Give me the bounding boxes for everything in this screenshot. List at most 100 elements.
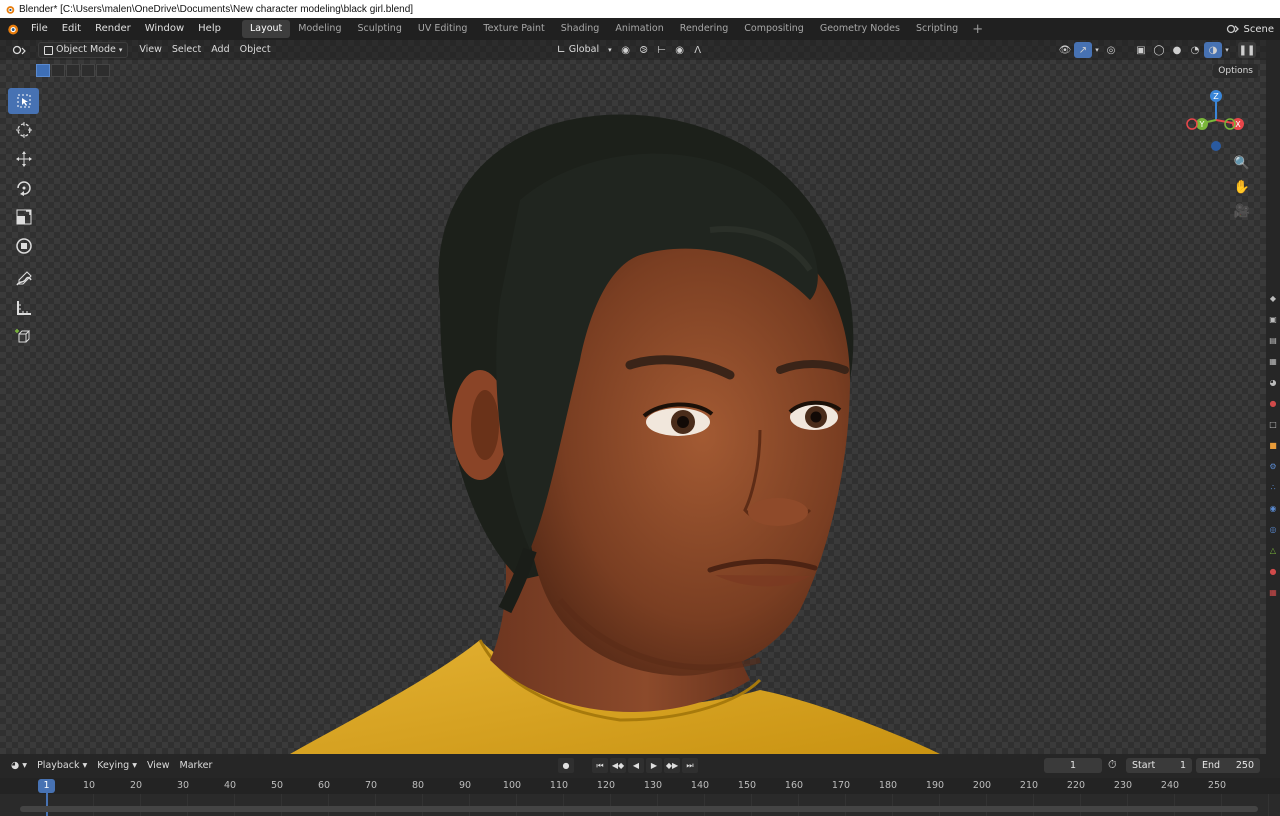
chevron-down-icon[interactable]: ▾	[1222, 42, 1232, 58]
tab-geometry-nodes[interactable]: Geometry Nodes	[812, 20, 908, 38]
tab-compositing[interactable]: Compositing	[736, 20, 812, 38]
playhead[interactable]	[46, 792, 48, 816]
start-frame-field[interactable]: Start 1	[1126, 758, 1192, 773]
current-frame-indicator[interactable]: 1	[38, 779, 55, 793]
object-mode-dropdown[interactable]: Object Mode ▾	[38, 42, 129, 58]
tab-texture-paint[interactable]: Texture Paint	[475, 20, 552, 38]
tab-scripting[interactable]: Scripting	[908, 20, 966, 38]
material-shading-icon[interactable]: ◔	[1186, 42, 1204, 58]
viewport-menu-view[interactable]: View	[134, 42, 167, 58]
timeline-menu-marker[interactable]: Marker	[175, 758, 218, 774]
timeline-track-area[interactable]	[0, 794, 1280, 816]
stopwatch-icon[interactable]: ⏱	[1108, 758, 1117, 772]
object-mode-icon	[44, 45, 53, 55]
material-properties-icon[interactable]: ●	[1266, 561, 1280, 582]
rendered-shading-icon[interactable]: ◑	[1204, 42, 1222, 58]
end-frame-field[interactable]: End 250	[1196, 758, 1260, 773]
tool-add-cube[interactable]	[8, 324, 39, 350]
zoom-icon[interactable]: 🔍	[1232, 154, 1252, 172]
falloff-icon[interactable]: Λ	[689, 42, 707, 58]
tool-scale[interactable]	[8, 204, 39, 230]
hand-pan-icon[interactable]: ✋	[1232, 178, 1252, 196]
physics-properties-icon[interactable]: ◉	[1266, 498, 1280, 519]
frame-ruler[interactable]: 1 10 20 30 40 50 60 70 80 90 100 110 120 130 140 150 16…	[0, 778, 1280, 794]
blender-menu-icon[interactable]	[0, 18, 24, 40]
tool-select-box[interactable]	[8, 88, 39, 114]
timeline-menu-view[interactable]: View	[142, 758, 175, 774]
constraints-properties-icon[interactable]: ◎	[1266, 519, 1280, 540]
play-reverse-icon[interactable]: ◀	[628, 758, 644, 773]
timeline-menu-keying[interactable]: Keying ▾	[92, 758, 142, 774]
modifier-properties-icon[interactable]: ⚙	[1266, 456, 1280, 477]
jump-end-icon[interactable]: ⏭	[682, 758, 698, 773]
tab-layout[interactable]: Layout	[241, 20, 291, 38]
record-icon[interactable]: ●	[558, 758, 574, 773]
options-dropdown[interactable]: Options	[1213, 64, 1258, 78]
tab-rendering[interactable]: Rendering	[672, 20, 737, 38]
select-subtract-icon[interactable]	[66, 64, 80, 77]
particles-properties-icon[interactable]: ∴	[1266, 477, 1280, 498]
render-properties-icon[interactable]: ▣	[1266, 309, 1280, 330]
viewport-menu-select[interactable]: Select	[167, 42, 206, 58]
play-icon[interactable]: ▶	[646, 758, 662, 773]
tool-move[interactable]	[8, 146, 39, 172]
jump-start-icon[interactable]: ⏮	[592, 758, 608, 773]
select-intersect-icon[interactable]	[96, 64, 110, 77]
overlays-icon[interactable]: ◎	[1102, 42, 1120, 58]
tool-annotate[interactable]	[8, 266, 39, 292]
transform-orientation-dropdown[interactable]: ∟ Global ▾	[552, 42, 617, 58]
world-properties-icon[interactable]: ●	[1266, 393, 1280, 414]
current-frame-field[interactable]: 1	[1044, 758, 1102, 773]
texture-properties-icon[interactable]: ▦	[1266, 582, 1280, 603]
pivot-point-icon[interactable]: ◉	[617, 42, 635, 58]
tool-rotate[interactable]	[8, 175, 39, 201]
tab-animation[interactable]: Animation	[607, 20, 671, 38]
tool-measure[interactable]	[8, 295, 39, 321]
proportional-edit-icon[interactable]: ◉	[671, 42, 689, 58]
camera-view-icon[interactable]: 🎥	[1232, 202, 1252, 220]
menu-window[interactable]: Window	[138, 18, 191, 40]
tab-uv-editing[interactable]: UV Editing	[410, 20, 476, 38]
add-workspace-button[interactable]: +	[966, 22, 989, 37]
timeline-editor-type-icon[interactable]: ◕ ▾	[6, 758, 32, 774]
visibility-icon[interactable]: 👁	[1056, 42, 1074, 58]
3d-viewport[interactable]: Object Mode ▾ View Select Add Object ∟ G…	[0, 40, 1266, 754]
navigation-gizmo[interactable]: Z X Y	[1180, 84, 1252, 156]
snap-icon[interactable]: ⧁	[635, 42, 653, 58]
scene-properties-icon[interactable]: ◕	[1266, 372, 1280, 393]
xray-icon[interactable]: ▣	[1132, 42, 1150, 58]
timeline-scrollbar[interactable]	[20, 806, 1258, 812]
jump-keyframe-forward-icon[interactable]: ◆▶	[664, 758, 680, 773]
output-properties-icon[interactable]: ▤	[1266, 330, 1280, 351]
tab-shading[interactable]: Shading	[553, 20, 608, 38]
chevron-down-icon[interactable]: ▾	[1092, 42, 1102, 58]
editor-type-icon[interactable]	[8, 42, 32, 58]
scene-selector[interactable]: Scene	[1226, 18, 1280, 40]
tool-transform[interactable]	[8, 233, 39, 259]
menu-file[interactable]: File	[24, 18, 55, 40]
tab-sculpting[interactable]: Sculpting	[349, 20, 409, 38]
viewport-menu-add[interactable]: Add	[206, 42, 234, 58]
pause-render-icon[interactable]: ❚❚	[1238, 42, 1256, 58]
gizmo-toggle-icon[interactable]: ↗	[1074, 42, 1092, 58]
jump-keyframe-back-icon[interactable]: ◀◆	[610, 758, 626, 773]
solid-shading-icon[interactable]: ●	[1168, 42, 1186, 58]
select-invert-icon[interactable]	[81, 64, 95, 77]
snap-options-icon[interactable]: ⊢	[653, 42, 671, 58]
menu-render[interactable]: Render	[88, 18, 138, 40]
tool-cursor[interactable]	[8, 117, 39, 143]
menu-edit[interactable]: Edit	[55, 18, 88, 40]
scene-name: Scene	[1243, 23, 1275, 35]
tab-modeling[interactable]: Modeling	[290, 20, 349, 38]
collection-properties-icon[interactable]: □	[1266, 414, 1280, 435]
view-layer-icon[interactable]: ▦	[1266, 351, 1280, 372]
viewport-menu-object[interactable]: Object	[235, 42, 276, 58]
timeline-menu-playback[interactable]: Playback ▾	[32, 758, 92, 774]
menu-help[interactable]: Help	[191, 18, 228, 40]
data-properties-icon[interactable]: △	[1266, 540, 1280, 561]
wireframe-shading-icon[interactable]: ◯	[1150, 42, 1168, 58]
select-new-icon[interactable]	[36, 64, 50, 77]
select-extend-icon[interactable]	[51, 64, 65, 77]
object-properties-icon[interactable]: ■	[1266, 435, 1280, 456]
tool-properties-icon[interactable]: ◆	[1266, 288, 1280, 309]
